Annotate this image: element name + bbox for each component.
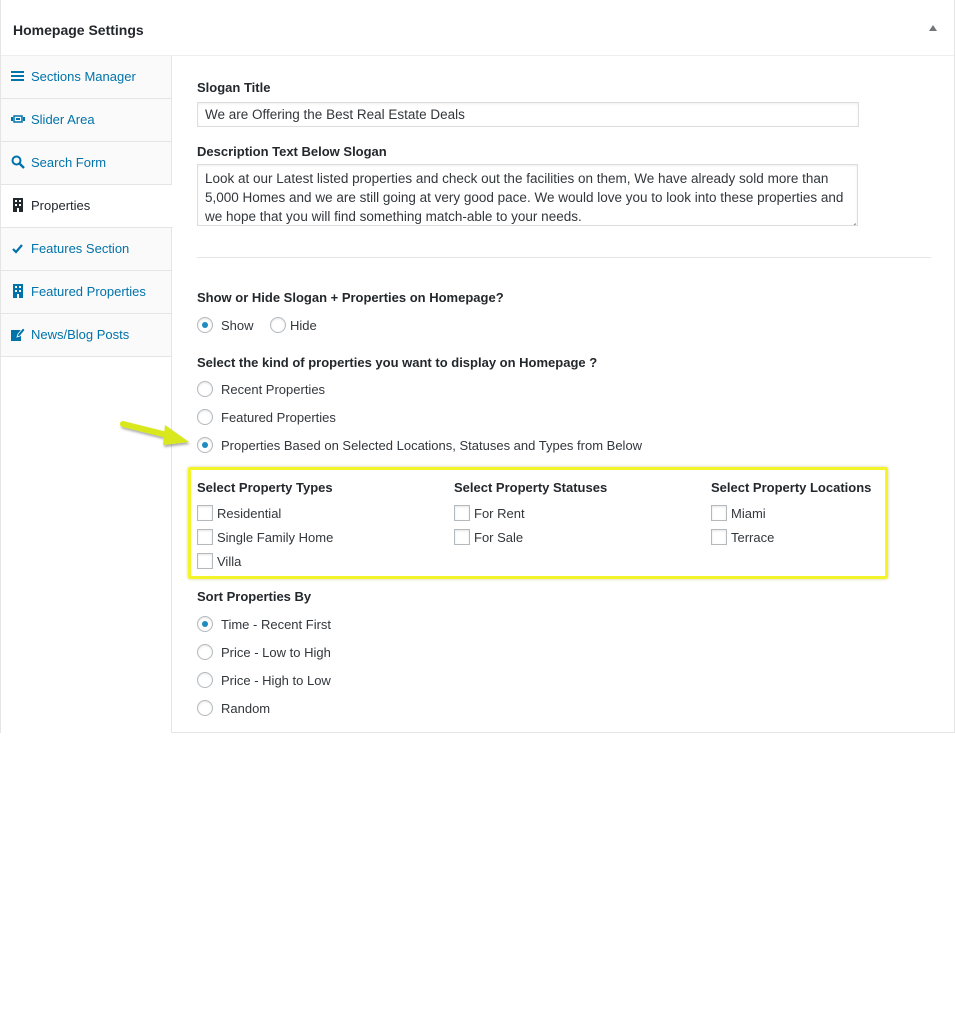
panel-header: Homepage Settings xyxy=(1,0,954,56)
radio-button[interactable] xyxy=(197,644,213,660)
radio-label: Properties Based on Selected Locations, … xyxy=(221,438,643,453)
radio-button[interactable] xyxy=(197,317,213,333)
slogan-title-label: Slogan Title xyxy=(197,80,271,95)
checkbox-label: Villa xyxy=(217,554,242,569)
sidebar-item-slider-area[interactable]: Slider Area xyxy=(1,99,171,142)
collapse-toggle-icon[interactable] xyxy=(928,22,940,34)
panel-title: Homepage Settings xyxy=(13,22,144,38)
checkbox-label: Residential xyxy=(217,506,282,521)
radio-button[interactable] xyxy=(197,616,213,632)
checkbox-label: Miami xyxy=(731,506,766,521)
checkbox-label: For Rent xyxy=(474,506,525,521)
sidebar-item-sections-manager[interactable]: Sections Manager xyxy=(1,56,171,99)
sidebar-item-search-form[interactable]: Search Form xyxy=(1,142,171,185)
radio-button[interactable] xyxy=(197,381,213,397)
checkmark-icon xyxy=(12,244,23,254)
section-divider xyxy=(197,257,931,258)
checkbox-label: For Sale xyxy=(474,530,524,545)
building-icon xyxy=(13,284,23,298)
resize-grip-icon[interactable] xyxy=(848,216,856,224)
checkbox-label: Single Family Home xyxy=(217,530,334,545)
description-text: Look at our Latest listed properties and… xyxy=(205,171,844,224)
show-hide-label: Show or Hide Slogan + Properties on Home… xyxy=(197,290,504,305)
radio-button[interactable] xyxy=(270,317,286,333)
sidebar-item-news-blog-posts[interactable]: News/Blog Posts xyxy=(1,314,171,357)
description-textarea[interactable]: Look at our Latest listed properties and… xyxy=(197,164,858,226)
sidebar-filler xyxy=(1,357,171,1034)
checkbox[interactable] xyxy=(454,529,470,545)
checkbox[interactable] xyxy=(197,529,213,545)
description-label: Description Text Below Slogan xyxy=(197,144,387,159)
radio-label: Show xyxy=(221,318,254,333)
building-icon xyxy=(13,198,23,212)
edit-post-icon xyxy=(11,327,25,341)
radio-button[interactable] xyxy=(197,409,213,425)
checkbox-label: Terrace xyxy=(731,530,775,545)
checkbox[interactable] xyxy=(454,505,470,521)
sections-sidebar: Sections Manager Slider Area Search Form… xyxy=(1,56,173,1034)
property-types-label: Select Property Types xyxy=(197,480,333,495)
radio-label: Price - Low to High xyxy=(221,645,331,660)
menu-lines-icon xyxy=(11,71,24,81)
slides-icon xyxy=(11,115,25,123)
radio-label: Hide xyxy=(290,318,317,333)
sidebar-item-properties[interactable]: Properties xyxy=(1,185,173,228)
sidebar-item-label: Featured Properties xyxy=(31,284,146,299)
homepage-settings-panel: Homepage Settings Sections Manager Slide… xyxy=(0,0,955,1034)
sidebar-item-label: Sections Manager xyxy=(31,69,136,84)
sidebar-item-label: Properties xyxy=(31,198,91,213)
radio-label: Recent Properties xyxy=(221,382,326,397)
sort-properties-label: Sort Properties By xyxy=(197,589,312,604)
sidebar-item-label: Slider Area xyxy=(31,112,95,127)
radio-label: Time - Recent First xyxy=(221,617,332,632)
search-icon xyxy=(11,155,25,169)
radio-button[interactable] xyxy=(197,672,213,688)
radio-label: Featured Properties xyxy=(221,410,336,425)
checkbox[interactable] xyxy=(711,505,727,521)
radio-label: Price - High to Low xyxy=(221,673,331,688)
radio-label: Random xyxy=(221,701,271,716)
sidebar-item-label: Features Section xyxy=(31,241,130,256)
property-kind-label: Select the kind of properties you want t… xyxy=(197,355,598,370)
annotation-arrow-icon xyxy=(120,421,189,445)
property-statuses-label: Select Property Statuses xyxy=(454,480,608,495)
radio-button[interactable] xyxy=(197,437,213,453)
radio-button[interactable] xyxy=(197,700,213,716)
checkbox[interactable] xyxy=(711,529,727,545)
slogan-title-input[interactable]: We are Offering the Best Real Estate Dea… xyxy=(197,102,859,127)
sidebar-item-features-section[interactable]: Features Section xyxy=(1,228,171,271)
checkbox[interactable] xyxy=(197,505,213,521)
property-locations-label: Select Property Locations xyxy=(711,480,872,495)
checkbox[interactable] xyxy=(197,553,213,569)
sidebar-item-label: Search Form xyxy=(31,155,107,170)
sidebar-item-label: News/Blog Posts xyxy=(31,327,130,342)
sidebar-item-featured-properties[interactable]: Featured Properties xyxy=(1,271,171,314)
